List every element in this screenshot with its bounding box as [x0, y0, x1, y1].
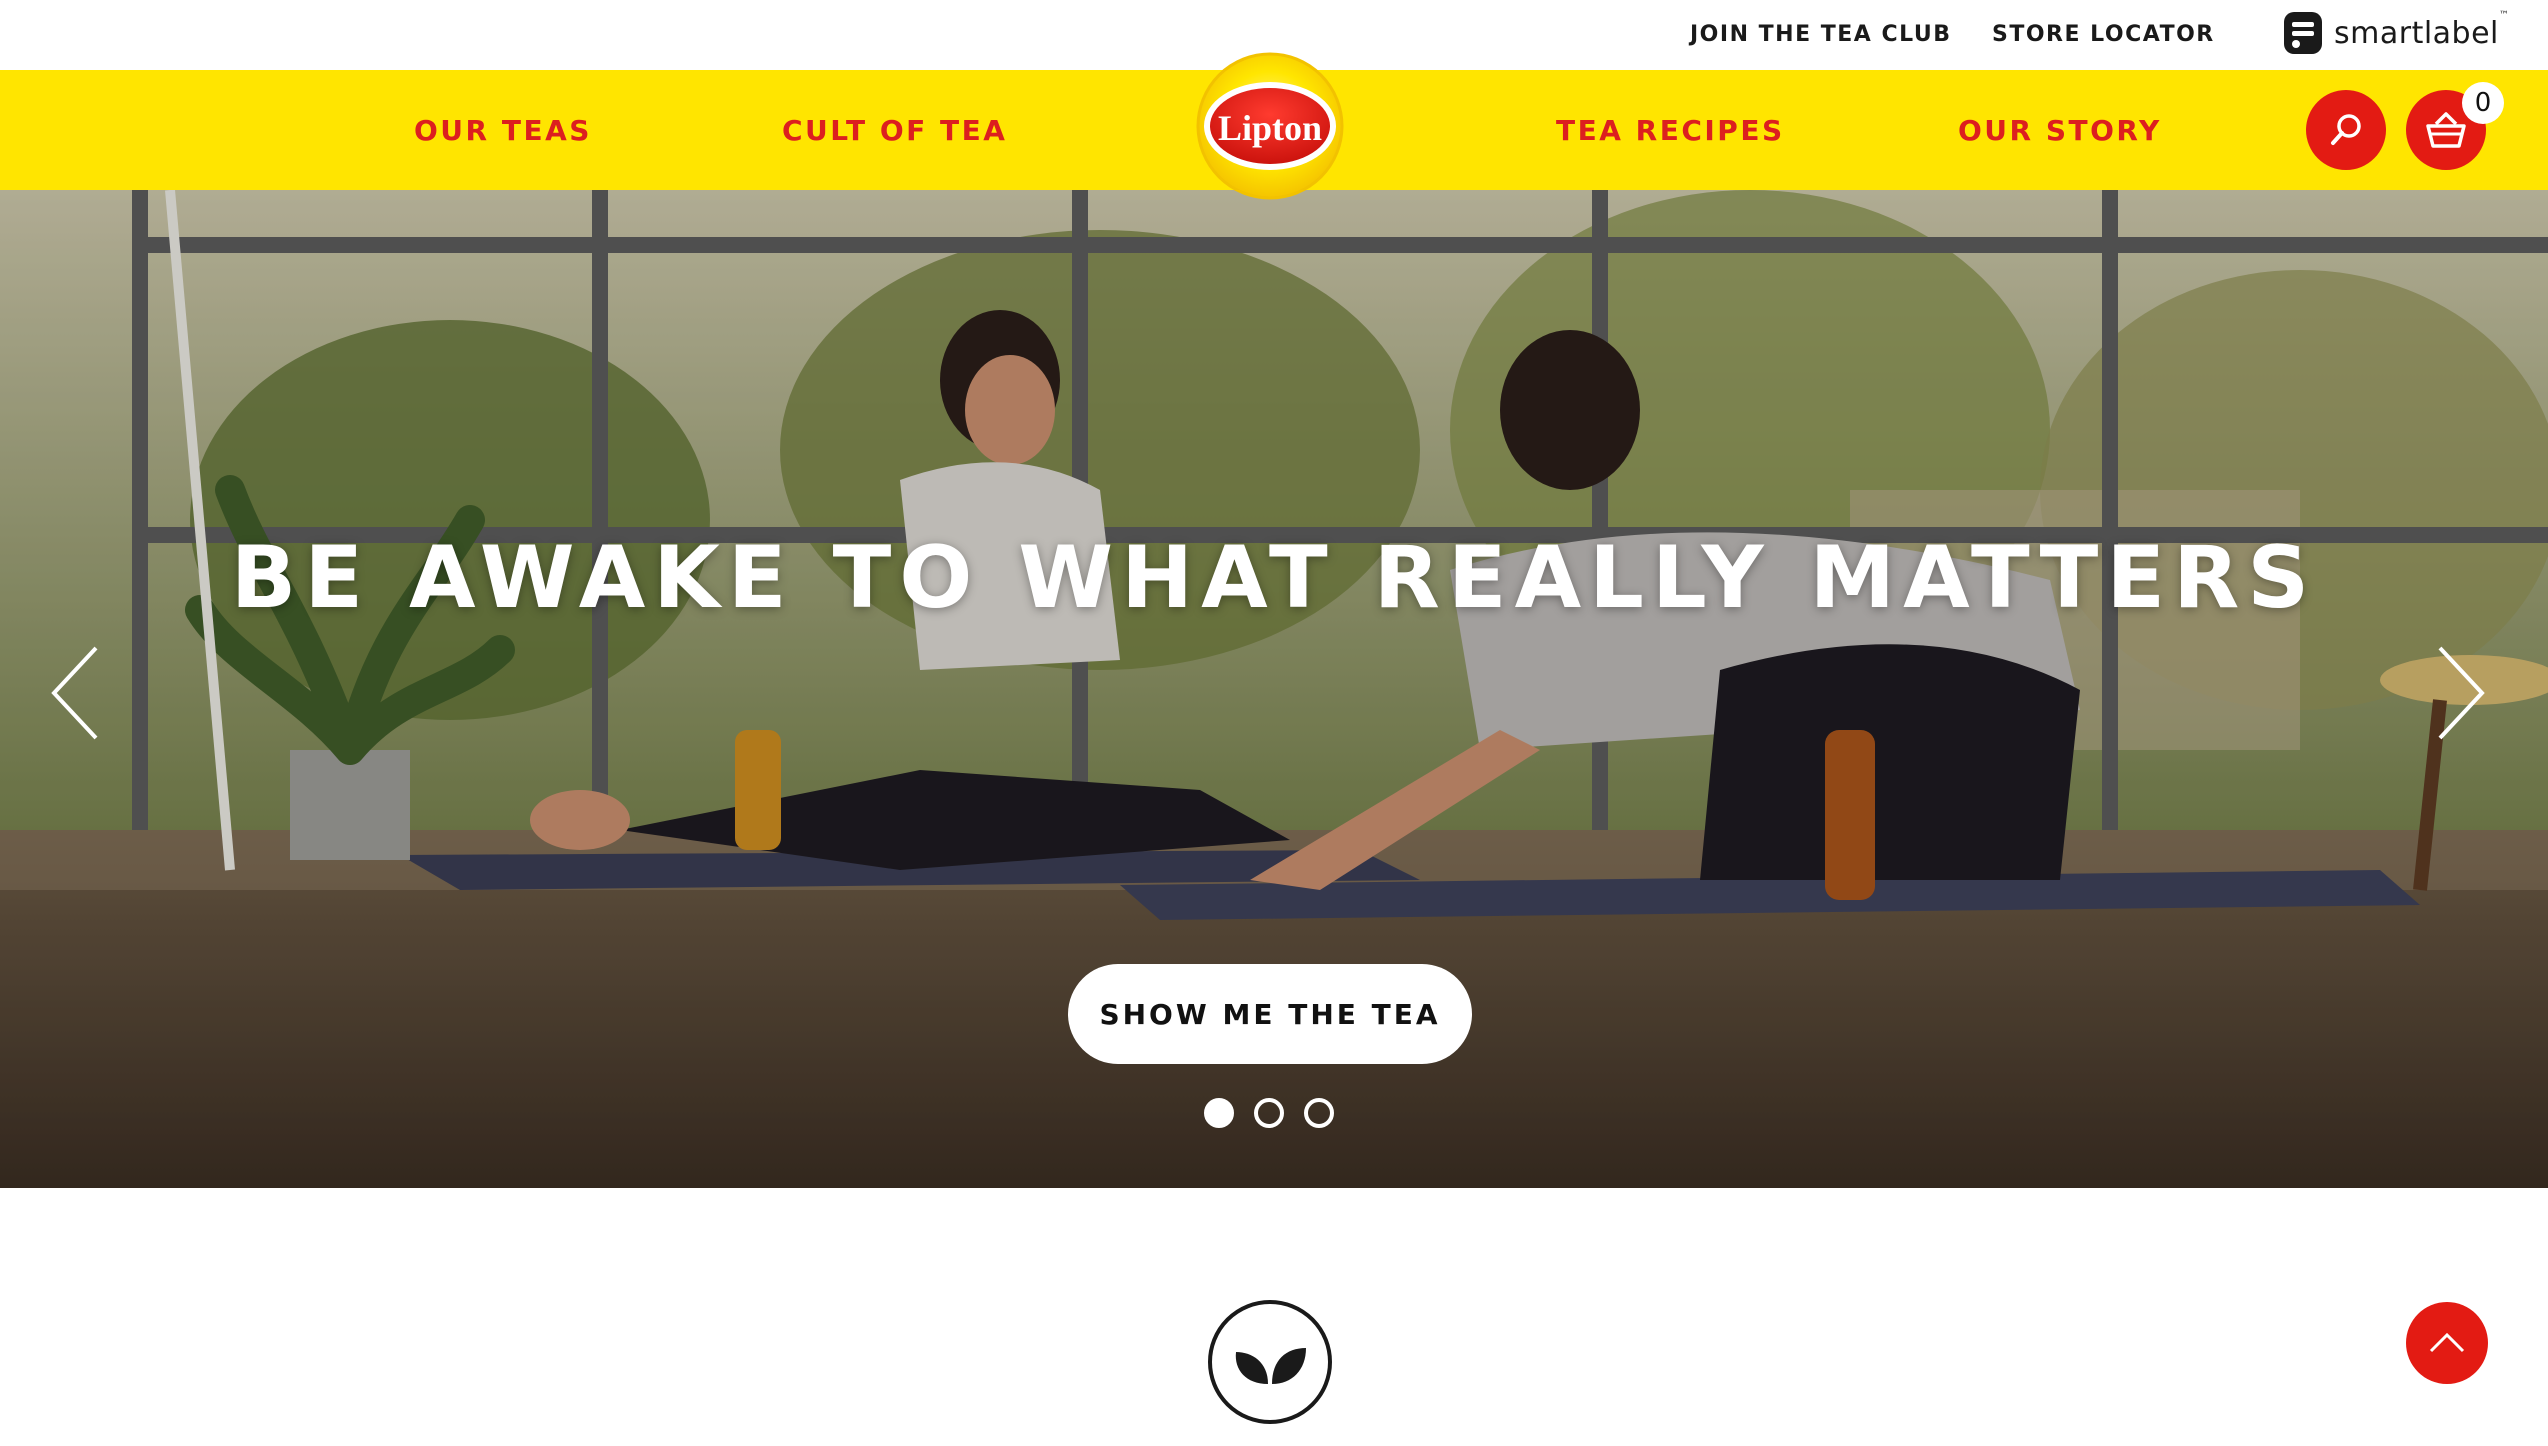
store-locator-link[interactable]: STORE LOCATOR — [1992, 22, 2215, 47]
carousel-dot-3[interactable] — [1304, 1098, 1334, 1128]
hero-headline: BE AWAKE TO WHAT REALLY MATTERS — [230, 528, 2318, 628]
logo-text: Lipton — [1218, 108, 1322, 148]
chevron-right-icon[interactable] — [2426, 638, 2496, 748]
nav-our-teas[interactable]: OUR TEAS — [414, 114, 592, 147]
carousel-dot-2[interactable] — [1254, 1098, 1284, 1128]
lipton-logo[interactable]: Lipton — [1184, 50, 1356, 200]
chevron-left-icon[interactable] — [40, 638, 110, 748]
smartlabel-link[interactable]: smartlabel™ — [2282, 8, 2509, 58]
leaf-icon — [1208, 1300, 1332, 1424]
smartlabel-icon — [2284, 12, 2322, 54]
show-me-the-tea-button[interactable]: SHOW ME THE TEA — [1068, 964, 1472, 1064]
nav-cult-of-tea[interactable]: CULT OF TEA — [782, 114, 1007, 147]
search-button[interactable] — [2306, 90, 2386, 170]
basket-icon — [2426, 112, 2466, 148]
hero-carousel: BE AWAKE TO WHAT REALLY MATTERS SHOW ME … — [0, 190, 2548, 1188]
nav-tea-recipes[interactable]: TEA RECIPES — [1556, 114, 1785, 147]
chevron-up-icon — [2429, 1332, 2465, 1353]
nav-our-story[interactable]: OUR STORY — [1958, 114, 2162, 147]
carousel-dots — [1204, 1098, 1334, 1128]
smartlabel-text: smartlabel™ — [2334, 9, 2510, 51]
search-icon — [2331, 114, 2361, 145]
cart-count-badge: 0 — [2462, 82, 2504, 124]
carousel-dot-1[interactable] — [1204, 1098, 1234, 1128]
scroll-to-top-button[interactable] — [2406, 1302, 2488, 1384]
join-tea-club-link[interactable]: JOIN THE TEA CLUB — [1690, 22, 1951, 47]
